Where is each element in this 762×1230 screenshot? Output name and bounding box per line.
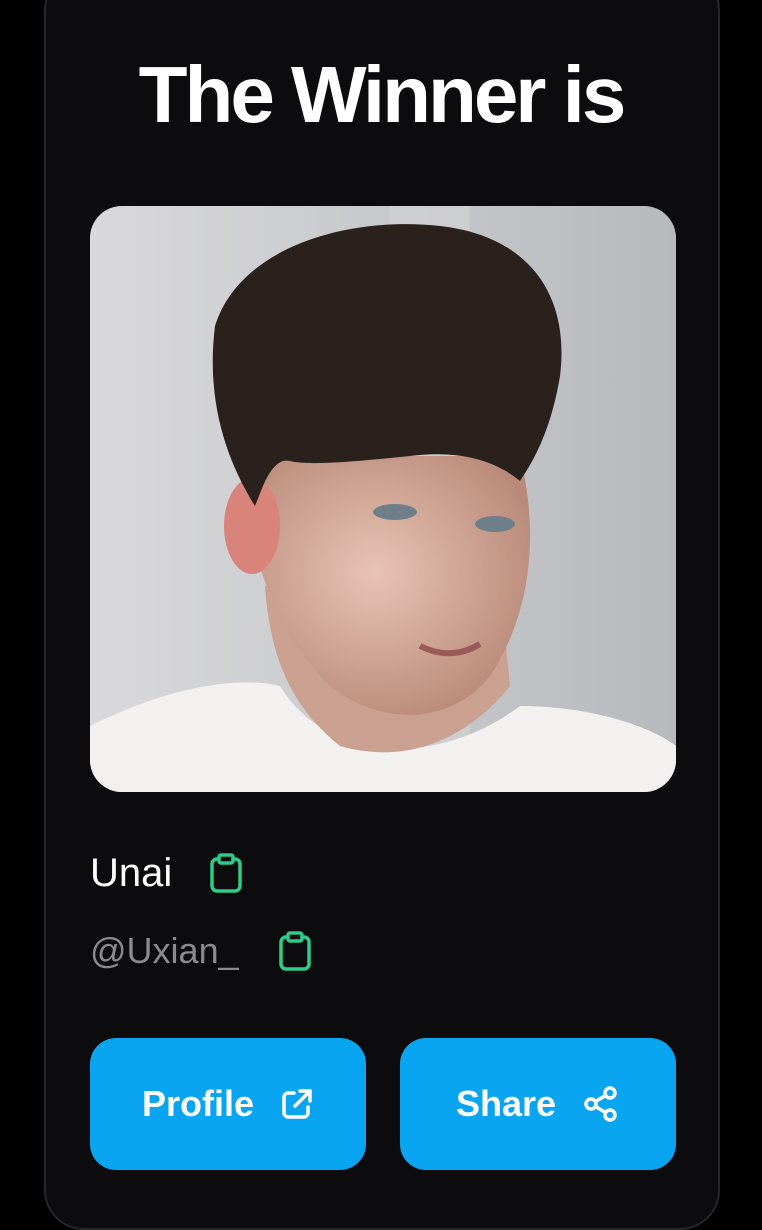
winner-name-row: Unai (90, 848, 246, 898)
winner-name: Unai (90, 851, 173, 895)
winner-handle: @Uxian_ (90, 930, 239, 971)
share-button[interactable]: Share (400, 1038, 676, 1170)
share-button-label: Share (455, 1083, 557, 1124)
profile-button[interactable]: Profile (90, 1038, 366, 1170)
winner-avatar (90, 206, 676, 792)
page-title: The Winner is (138, 50, 627, 139)
share-icon (582, 1085, 620, 1123)
copy-handle-clipboard-icon[interactable] (275, 929, 315, 973)
winner-handle-row: @Uxian_ (90, 926, 315, 976)
external-link-icon (280, 1087, 314, 1121)
copy-name-clipboard-icon[interactable] (206, 851, 246, 895)
profile-button-label: Profile (141, 1083, 255, 1124)
